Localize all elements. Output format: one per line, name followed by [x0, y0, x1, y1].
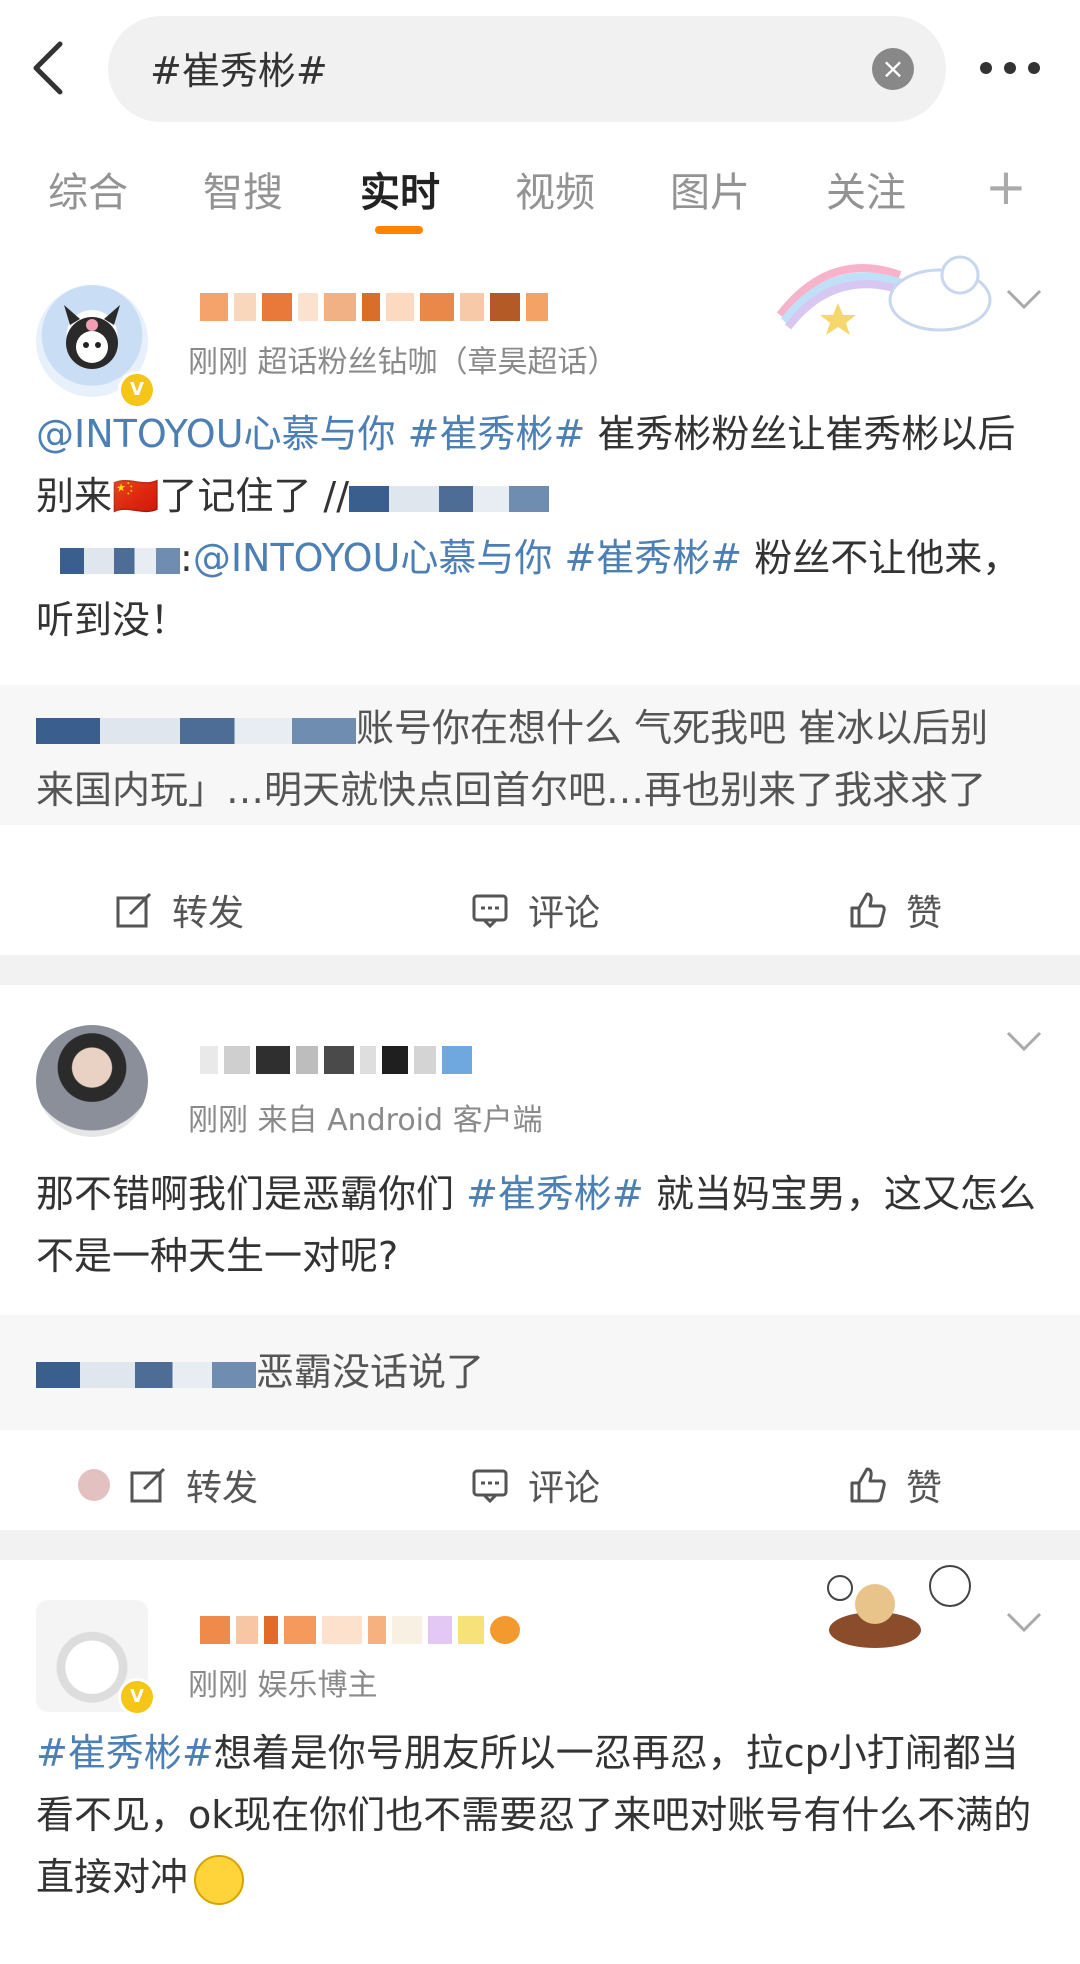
comment-icon [472, 894, 508, 929]
repost-icon [116, 892, 152, 928]
post-meta: 刚刚 来自 Android 客户端 [188, 1103, 543, 1138]
tab-video[interactable]: 视频 [515, 160, 595, 218]
like-button[interactable]: 赞 [848, 1462, 943, 1509]
post-card: V 刚刚 超话粉丝钻咖（章昊超话） @INTOYOU心慕与你 #崔秀彬# 崔秀彬… [0, 245, 1080, 955]
post-text-segment: : [180, 536, 193, 580]
tab-bar: 综合 智搜 实时 视频 图片 关注 + [0, 158, 1080, 234]
smile-emoji: 🙂 [194, 1854, 245, 1905]
post-text: #崔秀彬#想着是你号朋友所以一忍再忍，拉cp小打闹都当看不见，ok现在你们也不需… [36, 1722, 1046, 1908]
blurred-username [36, 717, 356, 744]
action-bar: 转发 评论 赞 [0, 1440, 1080, 1530]
quoted-post[interactable]: 账号你在想什么 气死我吧 崔冰以后别 来国内玩」…明天就快点回首尔吧…再也别来了… [0, 685, 1080, 825]
blurred-username [60, 547, 180, 574]
decoration-sticker-image [776, 255, 992, 335]
post-card: V 刚刚 娱乐博主 #崔秀彬#想着是你号朋友所以一忍再忍，拉cp小打闹都当看不见… [0, 1560, 1080, 1964]
quoted-text: 账号你在想什么 气死我吧 崔冰以后别 来国内玩」…明天就快点回首尔吧…再也别来了… [36, 697, 1046, 821]
post-text: @INTOYOU心慕与你 #崔秀彬# 崔秀彬粉丝让崔秀彬以后别来🇨🇳了记住了 /… [36, 403, 1046, 651]
post-text-segment: 那不错啊我们是恶霸你们 [36, 1172, 467, 1216]
repost-button[interactable]: 转发 [78, 1462, 259, 1509]
more-options-icon[interactable] [980, 48, 1060, 88]
quoted-text-line: 账号你在想什么 气死我吧 崔冰以后别 [356, 706, 989, 750]
mention-link[interactable]: @INTOYOU心慕与你 [193, 536, 553, 580]
comment-button[interactable]: 评论 [470, 887, 601, 934]
chevron-down-icon[interactable] [1004, 1610, 1044, 1634]
tab-images[interactable]: 图片 [670, 160, 750, 218]
repost-label: 转发 [172, 893, 245, 934]
hashtag-link[interactable]: #崔秀彬# [36, 1731, 214, 1775]
search-query: #崔秀彬# [150, 49, 328, 93]
username-blurred[interactable] [200, 1610, 620, 1650]
like-label: 赞 [906, 1468, 943, 1509]
small-avatar [78, 1469, 110, 1501]
post-meta: 刚刚 超话粉丝钻咖（章昊超话） [188, 345, 618, 380]
china-flag-emoji: 🇨🇳 [112, 474, 160, 518]
action-bar: 转发 评论 赞 [0, 865, 1080, 955]
hashtag-link[interactable]: #崔秀彬# [466, 1172, 644, 1216]
like-label: 赞 [906, 893, 943, 934]
repost-button[interactable]: 转发 [114, 887, 245, 934]
username-blurred[interactable] [200, 1040, 620, 1080]
quoted-text: 恶霸没话说了 [36, 1341, 1046, 1403]
verified-badge-icon: V [118, 1678, 156, 1716]
like-button[interactable]: 赞 [848, 887, 943, 934]
search-input[interactable]: #崔秀彬# × [108, 16, 946, 122]
hashtag-link[interactable]: #崔秀彬# [408, 412, 586, 456]
tab-comprehensive[interactable]: 综合 [48, 160, 128, 218]
post-text: 那不错啊我们是恶霸你们 #崔秀彬# 就当妈宝男，这又怎么不是一种天生一对呢? [36, 1163, 1046, 1287]
comment-label: 评论 [528, 1468, 601, 1509]
post-card: 刚刚 来自 Android 客户端 那不错啊我们是恶霸你们 #崔秀彬# 就当妈宝… [0, 985, 1080, 1530]
top-bar: #崔秀彬# × 综合 智搜 实时 视频 图片 关注 + [0, 0, 1080, 245]
blurred-username [349, 485, 550, 512]
thumbs-up-icon [850, 1467, 886, 1503]
tab-following[interactable]: 关注 [826, 160, 906, 218]
thumbs-up-icon [850, 892, 886, 928]
tab-smart-search[interactable]: 智搜 [203, 160, 283, 218]
add-tab-icon[interactable]: + [985, 158, 1027, 216]
back-arrow-icon[interactable] [22, 38, 82, 98]
quoted-text-line: 来国内玩」…明天就快点回首尔吧…再也别来了我求求了 [36, 768, 987, 812]
repost-icon [130, 1467, 166, 1503]
repost-label: 转发 [186, 1468, 259, 1509]
quoted-post[interactable]: 恶霸没话说了 [0, 1315, 1080, 1430]
tab-realtime[interactable]: 实时 [360, 160, 440, 218]
post-text-segment: 了记住了 // [159, 474, 350, 518]
avatar[interactable] [36, 1025, 148, 1137]
hashtag-link[interactable]: #崔秀彬# [564, 536, 742, 580]
blurred-username [36, 1361, 256, 1388]
active-tab-indicator [375, 226, 423, 234]
chevron-down-icon[interactable] [1004, 1029, 1044, 1053]
comment-icon [472, 1469, 508, 1504]
mention-link[interactable]: @INTOYOU心慕与你 [36, 412, 396, 456]
comment-label: 评论 [528, 893, 601, 934]
clear-icon[interactable]: × [872, 48, 914, 90]
quoted-text-line: 恶霸没话说了 [256, 1350, 485, 1394]
post-meta: 刚刚 娱乐博主 [188, 1668, 378, 1703]
decoration-sticker-image [827, 1565, 971, 1648]
chevron-down-icon[interactable] [1004, 287, 1044, 311]
username-blurred[interactable] [200, 287, 620, 327]
comment-button[interactable]: 评论 [470, 1462, 601, 1509]
